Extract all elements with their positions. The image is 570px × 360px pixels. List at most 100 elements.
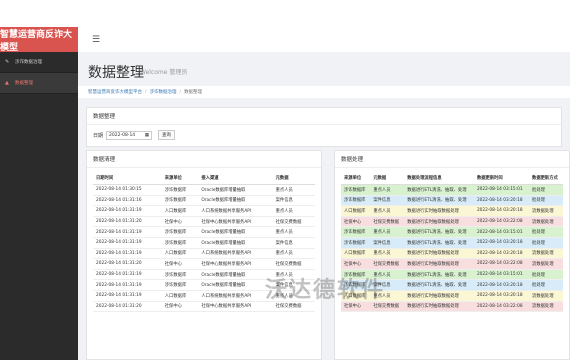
table-cell: 重点人员 <box>272 269 315 281</box>
table-cell: 2022-08-14 03:22:08 <box>473 258 530 270</box>
table-cell: 2022-08-14 01:31:20 <box>93 301 162 313</box>
table-cell: 数据进行ETL清洗、抽取、处理 <box>404 226 474 238</box>
table-cell: 社保交费数据 <box>370 258 405 270</box>
table-cell: 社保中心 <box>161 216 199 228</box>
table-cell: 涉诈数据库 <box>161 269 199 281</box>
table-cell: 2022-08-14 01:31:19 <box>93 226 162 238</box>
table-cell: 2022-08-14 03:20:18 <box>473 290 530 302</box>
table-cell: 数据进行ETL清洗、抽取、处理 <box>404 195 474 207</box>
sidebar-item-label: 数据整理 <box>15 81 33 86</box>
brand-logo[interactable]: 智慧运营商反诈大模型 <box>0 27 78 53</box>
column-header: 来源单位 <box>341 172 371 185</box>
breadcrumb: 智慧运营商反诈大模型平台 / 涉诈数据治理 / 数据整理 <box>78 86 570 98</box>
table-row: 涉诈数据库 重点人员 数据进行ETL清洗、抽取、处理 2022-08-14 03:15… <box>341 184 563 196</box>
warning-icon: ▲ <box>5 80 9 86</box>
table-cell: 社保交费数据 <box>272 301 315 313</box>
sidebar-item-label: 涉诈数据治理 <box>15 60 42 65</box>
date-input[interactable]: 2022-08-14 ▦ <box>106 130 153 140</box>
table-row: 2022-08-14 01:31:19 人口数据库 人口系统数据共享服务API 重点人… <box>93 248 315 260</box>
column-header: 数据更新方式 <box>529 172 563 185</box>
filter-panel: 数据整理 日期 2022-08-14 ▦ 查询 <box>86 107 562 147</box>
table-row: 2022-08-14 01:30:15 涉诈数据库 Oracle数据库增量抽取 重点人… <box>93 184 315 196</box>
table-cell: 重点人员 <box>370 226 405 238</box>
table-cell: 数据进行实时抽取数据处理 <box>404 205 474 217</box>
table-cell: 流数据处理 <box>529 301 563 313</box>
table-row: 人口数据库 重点人员 数据进行实时抽取数据处理 2022-08-14 03:20:18… <box>341 290 563 302</box>
table-cell: 人口系统数据共享服务API <box>198 248 273 260</box>
welcome-text: Welcome 管理员 <box>140 69 188 76</box>
table-cell: 2022-08-14 03:15:01 <box>473 226 530 238</box>
date-value: 2022-08-14 <box>109 132 136 138</box>
data-cleanup-panel: 数据清理 日期时间 来源单位 接入渠道 元数据 2022-08-14 01:30… <box>86 150 322 360</box>
table-cell: 批处理 <box>529 269 563 281</box>
table-cell: 案件信息 <box>272 195 315 207</box>
table-cell: 涉诈数据库 <box>161 226 199 238</box>
table-cell: 数据进行实时抽取数据处理 <box>404 258 474 270</box>
table-row: 2022-08-14 01:31:20 社保中心 社保中心数据共享服务API 社保交费… <box>93 301 315 313</box>
menu-toggle-icon[interactable]: ☰ <box>92 35 100 45</box>
table-cell: 重点人员 <box>370 269 405 281</box>
table-cell: 流数据处理 <box>529 290 563 302</box>
processing-table: 来源单位 元数据 数据处理流程信息 数据更新时间 数据更新方式 涉诈数据库 重点人… <box>341 172 563 313</box>
table-row: 2022-08-14 01:31:19 人口数据库 人口系统数据共享服务API 重点人… <box>93 290 315 302</box>
table-cell: 2022-08-14 01:31:19 <box>93 205 162 217</box>
column-header: 元数据 <box>272 172 315 185</box>
table-row: 社保中心 社保交费数据 数据进行实时抽取数据处理 2022-08-14 03:22:0… <box>341 258 563 270</box>
table-cell: 批处理 <box>529 279 563 291</box>
table-cell: 社保中心 <box>341 301 371 313</box>
table-cell: 社保中心数据共享服务API <box>198 216 273 228</box>
table-cell: 数据进行ETL清洗、抽取、处理 <box>404 184 474 196</box>
query-button[interactable]: 查询 <box>158 130 176 140</box>
tool-icon: ✎ <box>5 59 10 65</box>
breadcrumb-link-platform[interactable]: 智慧运营商反诈大模型平台 <box>88 89 142 95</box>
table-cell: 重点人员 <box>370 248 405 260</box>
cleanup-table: 日期时间 来源单位 接入渠道 元数据 2022-08-14 01:30:15 涉诈… <box>93 172 315 313</box>
table-cell: 涉诈数据库 <box>341 226 371 238</box>
table-cell: 涉诈数据库 <box>341 237 371 249</box>
table-cell: 数据进行ETL清洗、抽取、处理 <box>404 237 474 249</box>
table-cell: 批处理 <box>529 184 563 196</box>
table-cell: 社保中心 <box>161 258 199 270</box>
table-cell: 2022-08-14 03:20:18 <box>473 195 530 207</box>
table-cell: 涉诈数据库 <box>341 184 371 196</box>
column-header: 日期时间 <box>93 172 162 185</box>
table-cell: 数据进行实时抽取数据处理 <box>404 248 474 260</box>
table-cell: Oracle数据库增量抽取 <box>198 237 273 249</box>
table-cell: 重点人员 <box>272 184 315 196</box>
breadcrumb-link-governance[interactable]: 涉诈数据治理 <box>150 89 177 95</box>
sidebar-item-data-cleanup[interactable]: ▲ 数据整理 <box>0 73 78 94</box>
table-cell: 2022-08-14 03:20:18 <box>473 248 530 260</box>
table-cell: 重点人员 <box>370 205 405 217</box>
table-cell: 2022-08-14 03:20:18 <box>473 279 530 291</box>
table-cell: 流数据处理 <box>529 205 563 217</box>
table-cell: 人口数据库 <box>161 205 199 217</box>
table-cell: 批处理 <box>529 237 563 249</box>
table-cell: 2022-08-14 03:22:08 <box>473 301 530 313</box>
left-panel-title: 数据清理 <box>87 151 321 168</box>
sidebar-item-fraud-data[interactable]: ✎ 涉诈数据治理 <box>0 52 78 73</box>
table-cell: 流数据处理 <box>529 216 563 228</box>
table-cell: 社保交费数据 <box>370 216 405 228</box>
table-cell: 社保中心数据共享服务API <box>198 258 273 270</box>
page-title: 数据整理 <box>88 65 144 81</box>
table-cell: 2022-08-14 03:20:18 <box>473 237 530 249</box>
table-row: 涉诈数据库 案件信息 数据进行ETL清洗、抽取、处理 2022-08-14 03:20… <box>341 195 563 207</box>
table-row: 涉诈数据库 重点人员 数据进行ETL清洗、抽取、处理 2022-08-14 03:15… <box>341 269 563 281</box>
table-cell: 2022-08-14 01:31:19 <box>93 237 162 249</box>
table-cell: 人口数据库 <box>161 290 199 302</box>
table-cell: Oracle数据库增量抽取 <box>198 226 273 238</box>
date-label: 日期 <box>93 132 104 139</box>
table-row: 2022-08-14 01:31:16 涉诈数据库 Oracle数据库增量抽取 案件信… <box>93 195 315 207</box>
table-cell: 批处理 <box>529 226 563 238</box>
table-cell: 2022-08-14 01:31:19 <box>93 269 162 281</box>
table-row: 涉诈数据库 重点人员 数据进行ETL清洗、抽取、处理 2022-08-14 03:15… <box>341 226 563 238</box>
table-cell: Oracle数据库增量抽取 <box>198 184 273 196</box>
table-cell: 社保中心 <box>161 301 199 313</box>
right-panel-title: 数据处理 <box>335 151 569 168</box>
column-header: 接入渠道 <box>198 172 273 185</box>
calendar-icon[interactable]: ▦ <box>145 133 149 138</box>
table-row: 2022-08-14 01:31:19 涉诈数据库 Oracle数据库增量抽取 案件信… <box>93 279 315 291</box>
table-cell: 涉诈数据库 <box>341 279 371 291</box>
table-cell: 社保交费数据 <box>272 216 315 228</box>
table-cell: 案件信息 <box>272 279 315 291</box>
